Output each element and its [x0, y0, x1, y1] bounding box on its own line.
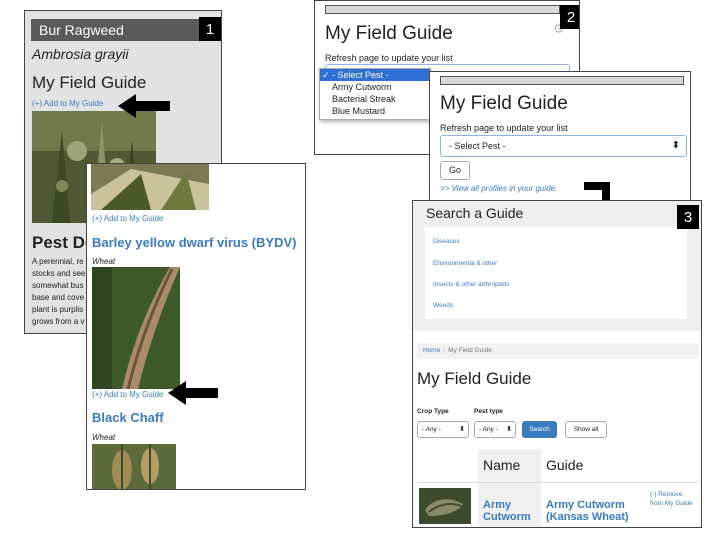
- black-chaff-photo: [92, 444, 176, 489]
- add-to-guide-link-top[interactable]: (+) Add to My Guide: [92, 214, 163, 223]
- dropdown-option-blue-mustard[interactable]: Blue Mustard: [320, 105, 430, 117]
- scientific-name: Ambrosia grayii: [32, 46, 129, 62]
- entry-crop-black-chaff: Wheat: [92, 433, 116, 442]
- crop-type-label: Crop Type: [417, 408, 449, 415]
- crop-type-value: - Any -: [422, 426, 441, 433]
- entry-title-bydv[interactable]: Barley yellow dwarf virus (BYDV): [92, 235, 296, 250]
- dropdown-option-bacterial-streak[interactable]: Bacterial Streak: [320, 93, 430, 105]
- category-insects[interactable]: Insects & other arthropods: [433, 281, 509, 288]
- add-to-guide-link[interactable]: (+) Add to My Guide: [32, 99, 103, 108]
- breadcrumb-current: My Field Guide: [448, 347, 492, 354]
- pest-name-header: Bur Ragweed: [31, 19, 217, 41]
- step-badge-3: 3: [677, 205, 699, 229]
- entry-title-black-chaff[interactable]: Black Chaff: [92, 410, 164, 425]
- pest-type-value: - Any -: [479, 426, 498, 433]
- bydv-photo: [92, 267, 180, 389]
- category-diseases[interactable]: Diseases: [433, 238, 460, 245]
- entry-crop-bydv: Wheat: [92, 257, 116, 266]
- category-list: Diseases Environmental & other Insects &…: [425, 227, 687, 319]
- pest-select-value: - Select Pest -: [449, 141, 506, 151]
- select-arrows-icon: ⬍: [506, 426, 512, 433]
- page-title: My Field Guide: [417, 369, 532, 388]
- show-all-button[interactable]: Show all: [565, 421, 607, 438]
- add-to-guide-link-bottom[interactable]: (+) Add to My Guide: [92, 390, 163, 399]
- guide-title: My Field Guide: [325, 23, 453, 44]
- refresh-hint: Refresh page to update your list: [440, 123, 568, 133]
- breadcrumb-home[interactable]: Home: [423, 347, 440, 354]
- pest-type-label: Pest type: [474, 408, 503, 415]
- row-guide-link[interactable]: Army Cutworm (Kansas Wheat): [546, 499, 646, 523]
- select-arrows-icon: ⬍: [459, 426, 465, 433]
- breadcrumb-separator: /: [443, 347, 446, 354]
- column-header-guide: Guide: [546, 457, 584, 473]
- guide-select-panel: My Field Guide Refresh page to update yo…: [429, 71, 691, 203]
- window-bar: [325, 5, 560, 14]
- pest-dropdown-list[interactable]: ✓ - Select Pest - Army Cutworm Bacterial…: [319, 68, 431, 120]
- window-bar: [440, 76, 684, 85]
- row-name-link[interactable]: Army Cutworm: [483, 499, 539, 523]
- breadcrumb: Home / My Field Guide: [417, 343, 699, 359]
- pest-select[interactable]: - Select Pest - ⬍: [440, 135, 687, 157]
- step-badge-1: 1: [199, 17, 221, 41]
- refresh-hint: Refresh page to update your list: [325, 53, 453, 63]
- guide-title: My Field Guide: [440, 93, 568, 114]
- crop-type-select[interactable]: - Any - ⬍: [417, 421, 469, 438]
- pest-type-select[interactable]: - Any - ⬍: [474, 421, 516, 438]
- pest-list-panel: (+) Add to My Guide Barley yellow dwarf …: [86, 163, 306, 490]
- table-divider: [417, 482, 699, 483]
- arrow-left-icon: [168, 381, 218, 405]
- view-all-profiles-link[interactable]: >> View all profiles in your guide.: [440, 184, 557, 193]
- army-cutworm-photo: [419, 488, 471, 524]
- category-environmental[interactable]: Environmental & other: [433, 260, 497, 267]
- guide-title: My Field Guide: [32, 73, 147, 92]
- my-field-guide-page-panel: Search a Guide Diseases Environmental & …: [412, 200, 702, 528]
- dropdown-option-army-cutworm[interactable]: Army Cutworm: [320, 81, 430, 93]
- remove-from-guide-link[interactable]: (-) Remove from My Guide: [650, 490, 696, 508]
- pest-photo-top: [91, 164, 209, 210]
- search-button[interactable]: Search: [522, 421, 557, 438]
- dropdown-option-select-pest[interactable]: ✓ - Select Pest -: [320, 69, 430, 81]
- arrow-left-icon: [118, 94, 170, 118]
- category-weeds[interactable]: Weeds: [433, 302, 453, 309]
- search-guide-title: Search a Guide: [426, 205, 524, 221]
- column-header-name: Name: [483, 457, 521, 473]
- step-badge-2: 2: [560, 5, 579, 29]
- go-button[interactable]: Go: [440, 161, 470, 180]
- select-arrows-icon: ⬍: [671, 140, 680, 151]
